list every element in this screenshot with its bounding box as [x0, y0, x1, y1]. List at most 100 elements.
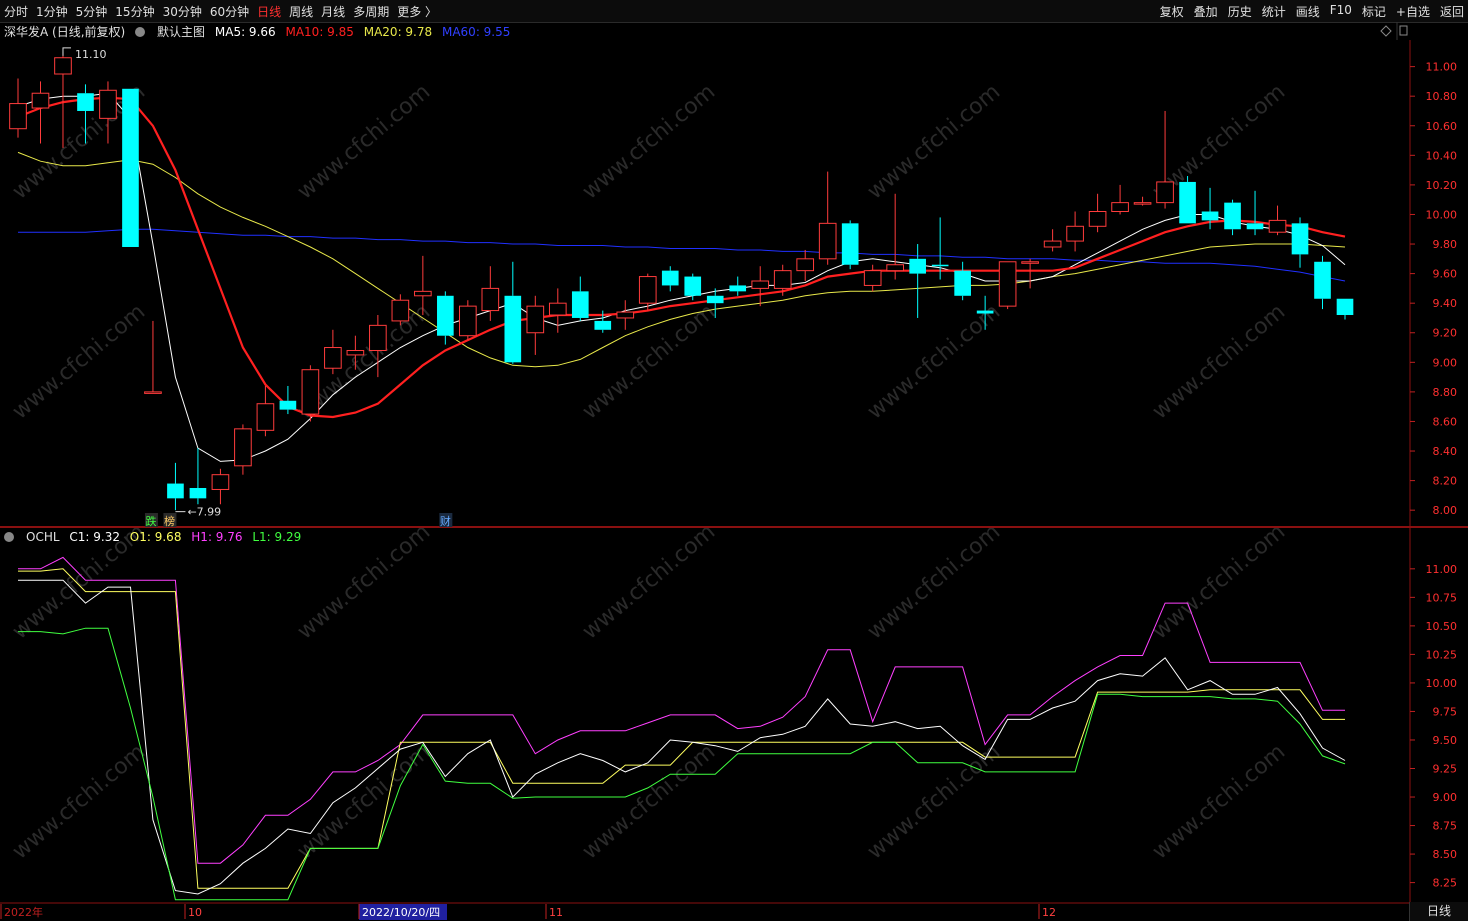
candle-body [324, 347, 342, 369]
candle-body [144, 391, 162, 394]
candle-body [459, 305, 477, 337]
candle-body [437, 295, 454, 336]
watermark-text: www.cfchi.com [1148, 739, 1290, 864]
candle-body [301, 369, 320, 415]
main-y-tick-label: 8.40 [1433, 445, 1458, 458]
candle-body [77, 93, 94, 111]
candle-body [1179, 181, 1196, 224]
sub-gear-icon[interactable] [4, 530, 20, 544]
ma60-line [18, 228, 1346, 282]
candle [9, 78, 27, 138]
panel-toggle-icon [1399, 25, 1408, 36]
candle [751, 266, 770, 307]
main-y-tick-label: 8.60 [1433, 415, 1458, 428]
max-marker-arrow [62, 47, 71, 56]
sub-y-tick-label: 11.00 [1426, 563, 1458, 576]
candle-body [414, 290, 432, 297]
main-y-tick-label: 8.20 [1433, 475, 1458, 488]
main-y-tick-label: 9.80 [1433, 238, 1458, 251]
sub-y-tick-label: 10.75 [1426, 591, 1458, 604]
candle-body [99, 89, 117, 119]
candle-body [751, 280, 770, 289]
template-gear-icon[interactable] [135, 25, 151, 39]
candle [1268, 205, 1287, 236]
min-price-label: ←7.99 [187, 506, 221, 519]
candle-body [31, 92, 50, 109]
candle-body [1133, 202, 1152, 205]
sub-y-tick-label: 9.50 [1433, 734, 1458, 747]
candle-body [998, 261, 1017, 307]
watermark-text: www.cfchi.com [8, 739, 150, 864]
stock-name[interactable]: 深华发A (日线,前复权) [4, 25, 125, 39]
main-y-tick-label: 10.40 [1426, 149, 1458, 162]
candle [1246, 190, 1264, 236]
candle-body [616, 311, 635, 319]
candle [1314, 255, 1331, 310]
candle [301, 365, 320, 422]
candle-body [976, 310, 994, 314]
candle [234, 424, 252, 475]
watermark-text: www.cfchi.com [863, 79, 1005, 204]
period-indicator[interactable]: 日线 [1409, 902, 1468, 921]
watermark-text: www.cfchi.com [293, 79, 435, 204]
x-axis-label: 12 [1042, 906, 1056, 919]
diamond-icon [1380, 25, 1392, 37]
main-y-tick-label: 10.00 [1426, 208, 1458, 221]
stock-chart-canvas[interactable]: www.cfchi.com www.cfchi.com www.cfchi.com w… [0, 0, 1468, 921]
candle-body [886, 264, 904, 272]
candle-body [1268, 219, 1287, 233]
ochl-name[interactable]: OCHL [26, 530, 60, 544]
candle [1336, 298, 1354, 320]
l1-value: L1: 9.29 [252, 530, 302, 544]
candle-body [369, 324, 387, 351]
candle [661, 266, 679, 292]
candle-body [684, 276, 702, 296]
event-tag: 跌 [145, 514, 156, 528]
candle-body [818, 222, 837, 260]
ma60-value: MA60: 9.55 [441, 25, 511, 39]
candle-body [1066, 225, 1084, 242]
candle-body [661, 270, 679, 286]
main-y-tick-label: 9.40 [1433, 297, 1458, 310]
o1-value: O1: 9.68 [129, 530, 182, 544]
series-h1-line [18, 556, 1345, 864]
watermark-text: www.cfchi.com [578, 79, 720, 204]
candle [571, 276, 589, 321]
series-c1-line [18, 579, 1346, 895]
candle-body [729, 285, 747, 292]
candle-body [1021, 261, 1039, 264]
candle [684, 273, 702, 301]
watermark-text: www.cfchi.com [8, 299, 150, 424]
candle [1088, 193, 1107, 233]
candle [1066, 211, 1084, 252]
sub-y-tick-label: 9.75 [1433, 705, 1458, 718]
candle-body [796, 258, 815, 272]
candle-body [1246, 223, 1264, 230]
candle [324, 329, 342, 375]
main-y-tick-label: 10.80 [1426, 90, 1458, 103]
ma10-line [17, 96, 1346, 419]
candle [1111, 184, 1129, 215]
candle-body [954, 270, 971, 296]
candle-body [504, 295, 522, 363]
c1-value: C1: 9.32 [69, 530, 120, 544]
sub-y-tick-label: 9.25 [1433, 763, 1458, 776]
candle [526, 295, 545, 355]
template-label[interactable]: 默认主图 [157, 25, 205, 39]
candle-body [548, 302, 567, 316]
watermark-text: www.cfchi.com [293, 519, 435, 644]
candle-body [1314, 261, 1331, 299]
sub-y-tick-label: 8.50 [1433, 848, 1458, 861]
candle [841, 220, 859, 270]
h1-value: H1: 9.76 [191, 530, 243, 544]
candle [954, 261, 971, 301]
candle-body [841, 223, 859, 265]
candle [616, 300, 635, 330]
candle-body [481, 287, 500, 312]
candle [1224, 199, 1241, 236]
ma20-value: MA20: 9.78 [363, 25, 433, 39]
x-axis-label: 2022/10/20/四 [362, 906, 440, 919]
sub-chart-legend: OCHL C1: 9.32 O1: 9.68 H1: 9.76 L1: 9.29 [4, 530, 307, 544]
main-chart-legend: 深华发A (日线,前复权) 默认主图 MA5: 9.66 MA10: 9.85 … [4, 23, 516, 40]
candle [796, 249, 815, 281]
